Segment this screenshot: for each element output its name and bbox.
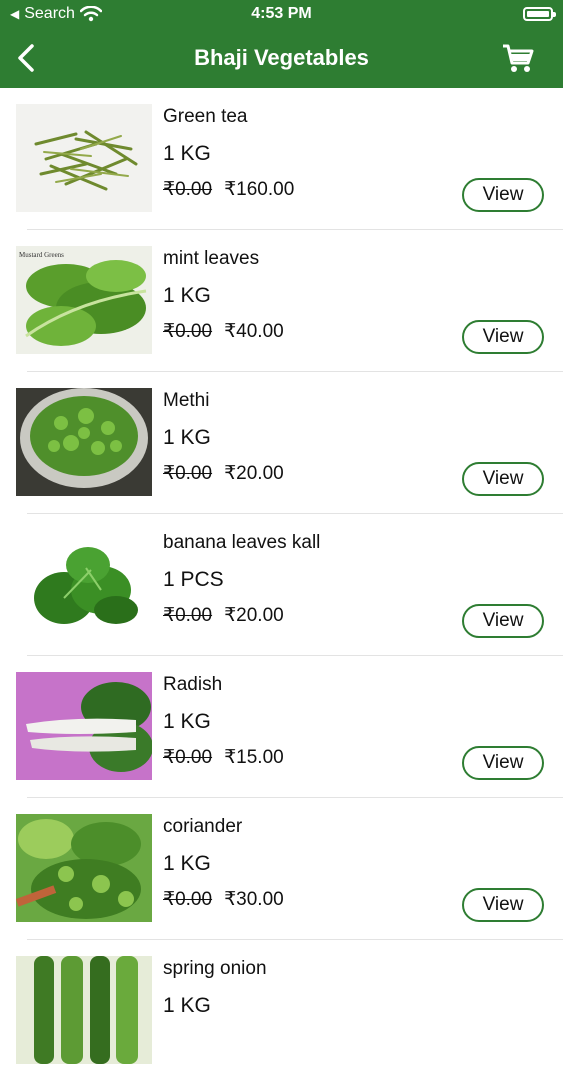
product-mrp: ₹0.00 bbox=[163, 321, 213, 342]
view-button[interactable]: View bbox=[462, 320, 544, 354]
product-name: Radish bbox=[163, 674, 223, 695]
product-name: spring onion bbox=[163, 958, 267, 979]
product-row[interactable]: Mustard Greens mint leaves 1 KG ₹0.00 ₹40… bbox=[0, 230, 563, 372]
product-name: banana leaves kall bbox=[163, 532, 321, 553]
product-name: mint leaves bbox=[163, 248, 260, 269]
product-mrp: ₹0.00 bbox=[163, 463, 213, 484]
product-price: ₹20.00 bbox=[224, 463, 284, 484]
product-row[interactable]: banana leaves kall 1 PCS ₹0.00 ₹20.00 Vie… bbox=[0, 514, 563, 656]
product-row[interactable]: Green tea 1 KG ₹0.00 ₹160.00 View bbox=[0, 88, 563, 230]
status-bar: ◀ Search 4:53 PM bbox=[0, 0, 563, 30]
status-time: 4:53 PM bbox=[251, 5, 312, 22]
product-image-banana-leaves[interactable] bbox=[16, 530, 152, 638]
product-name: coriander bbox=[163, 816, 243, 837]
product-row[interactable]: coriander 1 KG ₹0.00 ₹30.00 View bbox=[0, 798, 563, 940]
product-image-radish[interactable] bbox=[16, 672, 152, 780]
product-price: ₹15.00 bbox=[224, 747, 284, 768]
cart-icon[interactable] bbox=[501, 42, 535, 76]
product-prices: ₹0.00 ₹30.00 bbox=[163, 888, 284, 911]
product-price: ₹40.00 bbox=[224, 321, 284, 342]
product-mrp: ₹0.00 bbox=[163, 605, 213, 626]
product-name: Green tea bbox=[163, 106, 248, 127]
product-mrp: ₹0.00 bbox=[163, 889, 213, 910]
product-name: Methi bbox=[163, 390, 210, 411]
product-price: ₹20.00 bbox=[224, 605, 284, 626]
product-qty: 1 KG bbox=[163, 710, 211, 733]
product-qty: 1 KG bbox=[163, 994, 211, 1017]
product-prices: ₹0.00 ₹160.00 bbox=[163, 178, 294, 201]
nav-bar: Bhaji Vegetables bbox=[0, 30, 563, 88]
image-caption: Mustard Greens bbox=[19, 251, 64, 259]
product-list[interactable]: Green tea 1 KG ₹0.00 ₹160.00 View Mustard… bbox=[0, 88, 563, 1082]
view-button[interactable]: View bbox=[462, 888, 544, 922]
product-prices: ₹0.00 ₹15.00 bbox=[163, 746, 284, 769]
product-prices: ₹0.00 ₹40.00 bbox=[163, 320, 284, 343]
product-mrp: ₹0.00 bbox=[163, 747, 213, 768]
battery-icon bbox=[523, 7, 556, 21]
product-image-spring-onion[interactable] bbox=[16, 956, 152, 1064]
view-button[interactable]: View bbox=[462, 462, 544, 496]
product-prices: ₹0.00 ₹20.00 bbox=[163, 604, 284, 627]
view-button[interactable]: View bbox=[462, 178, 544, 212]
product-price: ₹30.00 bbox=[224, 889, 284, 910]
product-qty: 1 KG bbox=[163, 852, 211, 875]
product-image-mint-leaves[interactable]: Mustard Greens bbox=[16, 246, 152, 354]
view-button[interactable]: View bbox=[462, 746, 544, 780]
product-price: ₹160.00 bbox=[224, 179, 295, 200]
view-button[interactable]: View bbox=[462, 604, 544, 638]
product-qty: 1 KG bbox=[163, 426, 211, 449]
product-mrp: ₹0.00 bbox=[163, 179, 213, 200]
page-title: Bhaji Vegetables bbox=[194, 45, 369, 70]
product-row[interactable]: Methi 1 KG ₹0.00 ₹20.00 View bbox=[0, 372, 563, 514]
product-image-methi[interactable] bbox=[16, 388, 152, 496]
product-image-coriander[interactable] bbox=[16, 814, 152, 922]
product-qty: 1 PCS bbox=[163, 568, 224, 591]
product-qty: 1 KG bbox=[163, 142, 211, 165]
product-image-green-tea[interactable] bbox=[16, 104, 152, 212]
product-prices: ₹0.00 ₹20.00 bbox=[163, 462, 284, 485]
product-qty: 1 KG bbox=[163, 284, 211, 307]
product-row[interactable]: spring onion 1 KG bbox=[0, 940, 563, 1082]
product-row[interactable]: Radish 1 KG ₹0.00 ₹15.00 View bbox=[0, 656, 563, 798]
